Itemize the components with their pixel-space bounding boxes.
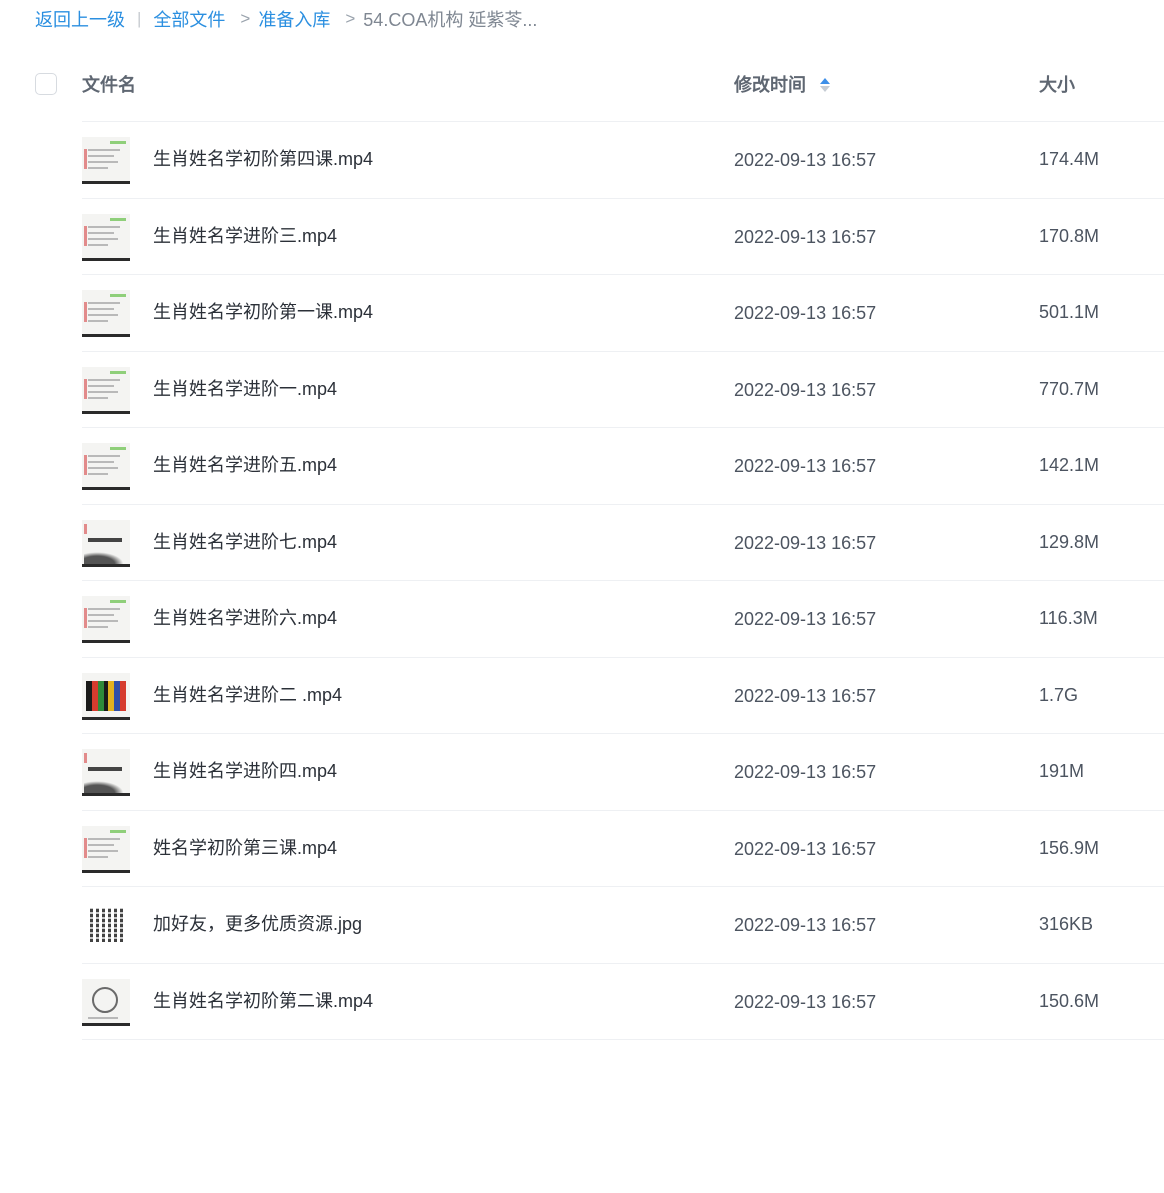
breadcrumb-divider: | — [137, 9, 142, 28]
video-star-icon — [82, 979, 130, 1023]
file-thumbnail[interactable] — [82, 902, 130, 949]
table-row[interactable]: 生肖姓名学初阶第二课.mp4 2022-09-13 16:57 150.6M — [0, 964, 1164, 1041]
column-header-time[interactable]: 修改时间 — [734, 73, 830, 97]
column-header-name[interactable]: 文件名 — [82, 73, 136, 97]
file-size: 316KB — [1039, 914, 1094, 934]
sort-icon[interactable] — [820, 78, 830, 92]
table-row[interactable]: 生肖姓名学进阶二 .mp4 2022-09-13 16:57 1.7G — [0, 658, 1164, 735]
file-thumbnail[interactable] — [82, 213, 130, 261]
file-size: 156.9M — [1039, 837, 1100, 858]
file-name[interactable]: 生肖姓名学进阶七.mp4 — [153, 530, 337, 554]
file-name[interactable]: 生肖姓名学初阶第二课.mp4 — [153, 989, 373, 1013]
file-name[interactable]: 加好友，更多优质资源.jpg — [153, 912, 362, 936]
breadcrumb-item-pending[interactable]: 准备入库 — [258, 6, 330, 32]
table-row[interactable]: 生肖姓名学初阶第四课.mp4 2022-09-13 16:57 174.4M — [0, 122, 1164, 199]
table-row[interactable]: 生肖姓名学进阶七.mp4 2022-09-13 16:57 129.8M — [0, 505, 1164, 582]
file-name[interactable]: 生肖姓名学进阶五.mp4 — [153, 453, 337, 477]
breadcrumb-separator: > — [345, 9, 356, 28]
file-thumbnail[interactable] — [82, 519, 130, 567]
table-header: 文件名 修改时间 大小 — [0, 60, 1164, 122]
video-slide-icon — [82, 367, 130, 411]
file-modified-time: 2022-09-13 16:57 — [734, 685, 877, 706]
file-thumbnail[interactable] — [82, 749, 130, 796]
table-row[interactable]: 姓名学初阶第三课.mp4 2022-09-13 16:57 156.9M — [0, 811, 1164, 888]
file-size: 191M — [1039, 761, 1085, 781]
breadcrumb-item-all-files[interactable]: 全部文件 — [153, 6, 225, 32]
file-thumbnail[interactable] — [82, 672, 130, 720]
file-size: 770.7M — [1039, 378, 1100, 399]
file-size: 129.8M — [1039, 531, 1100, 552]
breadcrumb-separator: > — [240, 9, 251, 28]
file-list: 生肖姓名学初阶第四课.mp4 2022-09-13 16:57 174.4M 生肖姓名… — [0, 122, 1164, 1040]
file-size: 174.4M — [1039, 149, 1100, 169]
file-size: 170.8M — [1039, 225, 1100, 246]
video-slide-icon — [82, 214, 130, 258]
file-name[interactable]: 姓名学初阶第三课.mp4 — [153, 836, 337, 860]
column-header-size[interactable]: 大小 — [1039, 73, 1075, 97]
qr-code-icon — [82, 902, 130, 949]
file-name[interactable]: 生肖姓名学进阶六.mp4 — [153, 606, 337, 630]
file-thumbnail[interactable] — [82, 290, 130, 337]
file-name[interactable]: 生肖姓名学进阶一.mp4 — [153, 377, 337, 401]
file-size: 116.3M — [1039, 608, 1098, 628]
file-size: 501.1M — [1039, 302, 1100, 322]
file-size: 1.7G — [1039, 684, 1079, 705]
table-row[interactable]: 生肖姓名学初阶第一课.mp4 2022-09-13 16:57 501.1M — [0, 275, 1164, 352]
back-link[interactable]: 返回上一级 — [35, 6, 125, 32]
file-name[interactable]: 生肖姓名学初阶第一课.mp4 — [153, 300, 373, 324]
table-row[interactable]: 生肖姓名学进阶四.mp4 2022-09-13 16:57 191M — [0, 734, 1164, 811]
file-thumbnail[interactable] — [82, 443, 130, 490]
video-ink-icon — [82, 749, 130, 793]
file-modified-time: 2022-09-13 16:57 — [734, 456, 877, 476]
file-name[interactable]: 生肖姓名学进阶四.mp4 — [153, 759, 337, 783]
video-slide-icon — [82, 290, 130, 334]
select-all-checkbox[interactable] — [35, 73, 57, 95]
file-thumbnail[interactable] — [82, 366, 130, 414]
file-name[interactable]: 生肖姓名学进阶三.mp4 — [153, 224, 337, 248]
file-size: 142.1M — [1039, 455, 1100, 475]
table-row[interactable]: 加好友，更多优质资源.jpg 2022-09-13 16:57 316KB — [0, 887, 1164, 964]
file-modified-time: 2022-09-13 16:57 — [734, 838, 877, 859]
file-modified-time: 2022-09-13 16:57 — [734, 532, 877, 553]
table-row[interactable]: 生肖姓名学进阶六.mp4 2022-09-13 16:57 116.3M — [0, 581, 1164, 658]
video-stripes-icon — [82, 673, 130, 717]
sort-up-icon — [820, 78, 830, 84]
file-modified-time: 2022-09-13 16:57 — [734, 226, 877, 247]
file-modified-time: 2022-09-13 16:57 — [734, 303, 877, 323]
file-thumbnail[interactable] — [82, 137, 130, 184]
file-name[interactable]: 生肖姓名学初阶第四课.mp4 — [153, 147, 373, 171]
file-modified-time: 2022-09-13 16:57 — [734, 609, 877, 629]
sort-down-icon — [820, 86, 830, 92]
file-modified-time: 2022-09-13 16:57 — [734, 991, 877, 1012]
file-list-page: 返回上一级 | 全部文件 > 准备入库 > 54.COA机构 延紫苓... 文件… — [0, 0, 1164, 1193]
column-header-time-label: 修改时间 — [734, 75, 806, 95]
file-size: 150.6M — [1039, 990, 1100, 1011]
file-thumbnail[interactable] — [82, 978, 130, 1026]
file-modified-time: 2022-09-13 16:57 — [734, 379, 877, 400]
file-thumbnail[interactable] — [82, 825, 130, 873]
table-row[interactable]: 生肖姓名学进阶三.mp4 2022-09-13 16:57 170.8M — [0, 199, 1164, 276]
table-row[interactable]: 生肖姓名学进阶五.mp4 2022-09-13 16:57 142.1M — [0, 428, 1164, 505]
video-ink-icon — [82, 520, 130, 564]
file-name[interactable]: 生肖姓名学进阶二 .mp4 — [153, 683, 342, 707]
video-slide-icon — [82, 596, 130, 640]
file-modified-time: 2022-09-13 16:57 — [734, 150, 877, 170]
breadcrumb: 返回上一级 | 全部文件 > 准备入库 > 54.COA机构 延紫苓... — [35, 6, 537, 32]
file-modified-time: 2022-09-13 16:57 — [734, 915, 877, 935]
table-row[interactable]: 生肖姓名学进阶一.mp4 2022-09-13 16:57 770.7M — [0, 352, 1164, 429]
video-slide-icon — [82, 826, 130, 870]
file-modified-time: 2022-09-13 16:57 — [734, 762, 877, 782]
breadcrumb-current: 54.COA机构 延紫苓... — [363, 10, 538, 30]
video-slide-icon — [82, 137, 130, 181]
video-slide-icon — [82, 443, 130, 487]
file-thumbnail[interactable] — [82, 596, 130, 643]
